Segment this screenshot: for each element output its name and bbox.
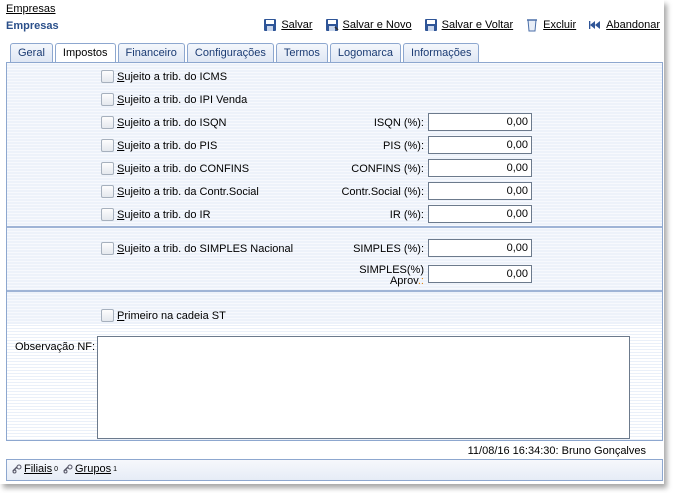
contr-social-field-label: Contr.Social (%):	[341, 186, 424, 198]
delete-button[interactable]: Excluir	[525, 18, 576, 32]
filiais-label: Filiais	[24, 463, 53, 475]
simples-row: Sujeito a trib. do SIMPLES Nacional SIMP…	[7, 239, 662, 259]
isqn-row: Sujeito a trib. do ISQN ISQN (%):	[7, 113, 662, 133]
abandon-button[interactable]: Abandonar	[588, 18, 660, 32]
primeiro-st-label: Primeiro na cadeia ST	[117, 310, 226, 322]
primeiro-st-row: Primeiro na cadeia ST	[7, 306, 662, 326]
pis-label: Sujeito a trib. do PIS	[117, 140, 218, 152]
ir-label: Sujeito a trib. do IR	[117, 209, 211, 221]
ipi-checkbox[interactable]	[101, 93, 114, 106]
save-back-label: Salvar e Voltar	[441, 19, 514, 31]
confins-label: Sujeito a trib. do CONFINS	[117, 163, 250, 175]
tab-configuracoes[interactable]: Configurações	[186, 43, 274, 62]
pis-row: Sujeito a trib. do PIS PIS (%):	[7, 136, 662, 156]
confins-row: Sujeito a trib. do CONFINS CONFINS (%):	[7, 159, 662, 179]
floppy-icon	[264, 19, 277, 31]
delete-icon	[527, 19, 538, 32]
isqn-input[interactable]	[428, 113, 532, 131]
link-icon	[12, 464, 22, 474]
section-divider	[7, 290, 662, 292]
ir-input[interactable]	[428, 205, 532, 223]
simples-field-label: SIMPLES (%):	[353, 243, 424, 255]
contr-social-label: Sujeito a trib. da Contr.Social	[117, 186, 259, 198]
floppy-new-icon	[325, 19, 339, 31]
primeiro-st-checkbox[interactable]	[101, 309, 114, 322]
ir-checkbox[interactable]	[101, 208, 114, 221]
icms-label: Sujeito a trib. do ICMS	[117, 71, 228, 83]
filiais-link[interactable]: Filiais 0	[12, 463, 58, 475]
grupos-label: Grupos	[75, 463, 112, 475]
link-icon	[63, 464, 73, 474]
save-label: Salvar	[281, 19, 313, 31]
simples-aprov-row: SIMPLES(%) Aprov.:	[7, 265, 662, 289]
contr-social-row: Sujeito a trib. da Contr.Social Contr.So…	[7, 182, 662, 202]
contr-social-input[interactable]	[428, 182, 532, 200]
ipi-row: Sujeito a trib. do IPI Venda	[7, 90, 662, 110]
observation-label: Observação NF:	[15, 341, 96, 353]
ir-row: Sujeito a trib. do IR IR (%):	[7, 205, 662, 225]
save-back-button[interactable]: Salvar e Voltar	[424, 18, 514, 32]
confins-input[interactable]	[428, 159, 532, 177]
ipi-label: Sujeito a trib. do IPI Venda	[117, 94, 248, 106]
simples-label: Sujeito a trib. do SIMPLES Nacional	[117, 243, 294, 255]
tab-informacoes[interactable]: Informações	[402, 43, 480, 62]
save-button[interactable]: Salvar	[263, 18, 313, 32]
tab-termos[interactable]: Termos	[275, 43, 328, 62]
window-frame: Empresas Empresas Salvar Salvar e Novo S…	[0, 0, 664, 484]
tab-geral[interactable]: Geral	[10, 43, 53, 62]
icms-row: Sujeito a trib. do ICMS	[7, 67, 662, 87]
toolbar: Salvar Salvar e Novo Salvar e Voltar Exc…	[263, 18, 660, 32]
ir-field-label: IR (%):	[389, 209, 424, 221]
pis-field-label: PIS (%):	[383, 140, 424, 152]
save-new-button[interactable]: Salvar e Novo	[325, 18, 412, 32]
isqn-label: Sujeito a trib. do ISQN	[117, 117, 227, 129]
contr-social-checkbox[interactable]	[101, 185, 114, 198]
section-divider	[7, 226, 662, 228]
icms-checkbox[interactable]	[101, 70, 114, 83]
tab-bar: Geral Impostos Financeiro Configurações …	[10, 43, 480, 63]
isqn-checkbox[interactable]	[101, 116, 114, 129]
simples-aprov-field-label: SIMPLES(%) Aprov.:	[359, 264, 424, 287]
confins-field-label: CONFINS (%):	[351, 163, 424, 175]
tab-financeiro[interactable]: Financeiro	[117, 43, 185, 62]
tab-logomarca[interactable]: Logomarca	[329, 43, 401, 62]
breadcrumb[interactable]: Empresas	[6, 3, 56, 15]
last-modified-info: 11/08/16 16:34:30: Bruno Gonçalves	[467, 445, 646, 457]
save-new-label: Salvar e Novo	[342, 19, 412, 31]
page-title: Empresas	[6, 20, 59, 32]
delete-label: Excluir	[543, 19, 577, 31]
tab-impostos[interactable]: Impostos	[54, 43, 116, 63]
taxes-panel: Sujeito a trib. do ICMS Sujeito a trib. …	[6, 62, 663, 326]
observation-textarea[interactable]	[97, 336, 630, 439]
confins-checkbox[interactable]	[101, 162, 114, 175]
floppy-back-icon	[424, 19, 437, 31]
simples-checkbox[interactable]	[101, 242, 114, 255]
grupos-link[interactable]: Grupos 1	[63, 463, 117, 475]
pis-checkbox[interactable]	[101, 139, 114, 152]
filiais-count: 0	[54, 465, 59, 473]
pis-input[interactable]	[428, 136, 532, 154]
abandon-label: Abandonar	[606, 19, 660, 31]
grupos-count: 1	[113, 465, 117, 473]
observation-section: Observação NF:	[6, 324, 663, 441]
simples-input[interactable]	[428, 239, 532, 257]
isqn-field-label: ISQN (%):	[373, 117, 424, 129]
rewind-icon	[589, 21, 601, 29]
simples-aprov-input[interactable]	[428, 265, 532, 283]
bottom-bar: Filiais 0 Grupos 1	[6, 459, 663, 481]
